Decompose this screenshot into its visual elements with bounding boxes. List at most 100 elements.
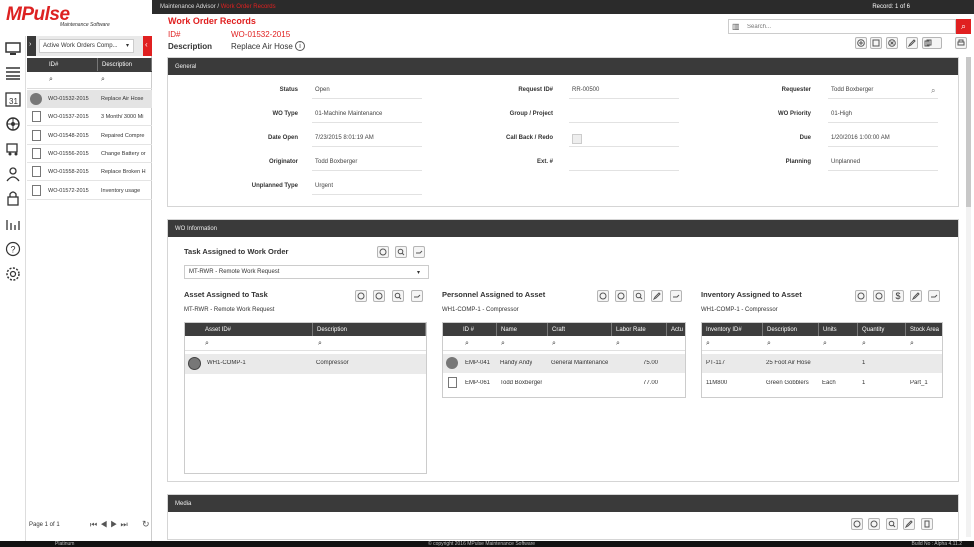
globe-icon[interactable] <box>873 290 885 302</box>
search-icon[interactable]: ⌕ <box>205 340 209 348</box>
list-filter-select[interactable]: Active Work Orders Comp... ▾ <box>39 39 134 53</box>
cancel-button[interactable] <box>886 37 898 49</box>
collapse-arrow-icon[interactable]: ‹ <box>143 36 152 56</box>
search-icon[interactable]: ⌕ <box>706 340 710 348</box>
copy-menu-button[interactable] <box>922 37 942 49</box>
globe-icon[interactable] <box>597 290 609 302</box>
edit-icon[interactable] <box>651 290 663 302</box>
inventory-col-area[interactable]: Stock Area <box>906 323 942 336</box>
inventory-col-desc[interactable]: Description <box>763 323 819 336</box>
list-col-desc[interactable]: Description <box>98 58 152 71</box>
unlink-icon[interactable] <box>928 290 940 302</box>
inventory-col-qty[interactable]: Quantity <box>858 323 906 336</box>
barcode-icon[interactable]: ▥ <box>732 22 740 31</box>
save-button[interactable] <box>870 37 882 49</box>
search-icon[interactable] <box>395 246 407 258</box>
list-item[interactable]: WO-01558-2015 Replace Broken H <box>27 163 152 182</box>
search-icon[interactable]: ⌕ <box>767 340 771 348</box>
search-icon[interactable]: ⌕ <box>101 76 105 84</box>
search-icon[interactable] <box>886 518 898 530</box>
search-icon[interactable]: ⌕ <box>862 340 866 348</box>
add-button[interactable] <box>855 37 867 49</box>
request-value: RR-00500 <box>572 87 600 93</box>
paging-nav-icons[interactable]: ⏮◀▶⏭ <box>90 520 131 530</box>
inventory-col-units[interactable]: Units <box>819 323 858 336</box>
field-underline <box>828 146 938 147</box>
breadcrumb-root[interactable]: Maintenance Advisor <box>160 4 216 10</box>
table-row[interactable]: WH1-COMP-1 Compressor <box>185 354 426 374</box>
list-item[interactable]: WO-01537-2015 3 Month/ 3000 Mi <box>27 108 152 127</box>
personnel-col-id[interactable]: ID # <box>443 323 497 336</box>
scrollbar[interactable] <box>966 57 971 537</box>
callback-checkbox[interactable] <box>572 134 582 144</box>
search-icon[interactable]: ⌕ <box>318 340 322 348</box>
globe-icon[interactable] <box>855 290 867 302</box>
search-icon[interactable]: ⌕ <box>616 340 620 348</box>
lock-icon[interactable] <box>5 190 22 207</box>
search-icon[interactable]: ⌕ <box>49 76 53 84</box>
unlink-icon[interactable] <box>413 246 425 258</box>
expand-arrow-icon[interactable]: › <box>27 36 36 56</box>
personnel-col-craft[interactable]: Craft <box>548 323 612 336</box>
edit-icon[interactable] <box>903 518 915 530</box>
table-row[interactable]: PT-117 25 Foot Air Hose 1 <box>702 354 942 373</box>
monitor-icon[interactable] <box>5 41 22 58</box>
inventory-title: Inventory Assigned to Asset <box>701 290 802 299</box>
table-row[interactable]: EMP-041 Handy Andy General Maintenance 7… <box>443 354 685 373</box>
list-col-id[interactable]: ID# <box>45 58 98 71</box>
analytics-icon[interactable] <box>5 216 22 233</box>
search-icon[interactable]: ⌕ <box>501 340 505 348</box>
originator-value: Todd Boxberger <box>315 159 358 165</box>
globe-icon[interactable] <box>851 518 863 530</box>
personnel-col-name[interactable]: Name <box>497 323 548 336</box>
print-button[interactable] <box>955 37 967 49</box>
list-icon[interactable] <box>5 65 22 82</box>
globe-icon[interactable] <box>355 290 367 302</box>
edit-icon[interactable] <box>910 290 922 302</box>
dollar-icon[interactable]: $ <box>892 290 904 302</box>
search-icon[interactable]: ⌕ <box>465 340 469 348</box>
field-underline <box>312 194 422 195</box>
help-icon[interactable]: ? <box>5 241 22 258</box>
refresh-icon[interactable]: ↻ <box>142 519 150 530</box>
asset-col-id[interactable]: Asset ID# <box>185 323 313 336</box>
calendar-icon[interactable]: 31 <box>5 91 22 108</box>
asset-col-desc[interactable]: Description <box>313 323 426 336</box>
table-row[interactable]: EMP-061 Todd Boxberger 77.00 <box>443 374 685 393</box>
truck-icon[interactable] <box>5 141 22 158</box>
document-icon[interactable] <box>921 518 933 530</box>
globe-icon[interactable] <box>373 290 385 302</box>
search-button[interactable]: ⌕ <box>956 19 971 34</box>
unlink-icon[interactable] <box>411 290 423 302</box>
task-select[interactable]: MT-RWR - Remote Work Request ▾ <box>184 265 429 279</box>
top-bar: Maintenance Advisor / Work Order Records… <box>152 0 974 14</box>
unplanned-value: Urgent <box>315 183 334 189</box>
list-item[interactable]: WO-01548-2015 Repaired Compre <box>27 127 152 145</box>
search-icon[interactable]: ⌕ <box>910 340 914 348</box>
search-icon[interactable]: ⌕ <box>552 340 556 348</box>
globe-icon[interactable] <box>868 518 880 530</box>
scrollbar-thumb[interactable] <box>966 57 971 207</box>
settings-icon[interactable] <box>5 266 22 283</box>
personnel-col-rate[interactable]: Labor Rate <box>612 323 667 336</box>
info-icon[interactable]: i <box>295 41 305 51</box>
list-item[interactable]: WO-01572-2015 Inventory usage <box>27 182 152 200</box>
list-item[interactable]: WO-01556-2015 Change Battery or <box>27 145 152 163</box>
request-label: Request ID# <box>518 87 553 93</box>
search-icon[interactable] <box>392 290 404 302</box>
globe-icon[interactable] <box>615 290 627 302</box>
search-icon[interactable]: ⌕ <box>931 86 935 96</box>
personnel-col-actual[interactable]: Actu <box>667 323 685 336</box>
people-icon[interactable] <box>5 166 22 183</box>
search-icon[interactable]: ⌕ <box>823 340 827 348</box>
globe-icon[interactable] <box>377 246 389 258</box>
table-row[interactable]: 11M800 Green Gobblers Each 1 Part_1 <box>702 374 942 393</box>
list-item[interactable]: WO-01532-2015 Replace Air Hose <box>27 90 152 108</box>
inventory-col-id[interactable]: Inventory ID# <box>702 323 763 336</box>
search-input[interactable] <box>747 21 937 32</box>
unlink-icon[interactable] <box>670 290 682 302</box>
edit-button[interactable] <box>906 37 918 49</box>
status-value: Open <box>315 87 330 93</box>
gear-wheel-icon[interactable] <box>5 116 22 133</box>
search-icon[interactable] <box>633 290 645 302</box>
